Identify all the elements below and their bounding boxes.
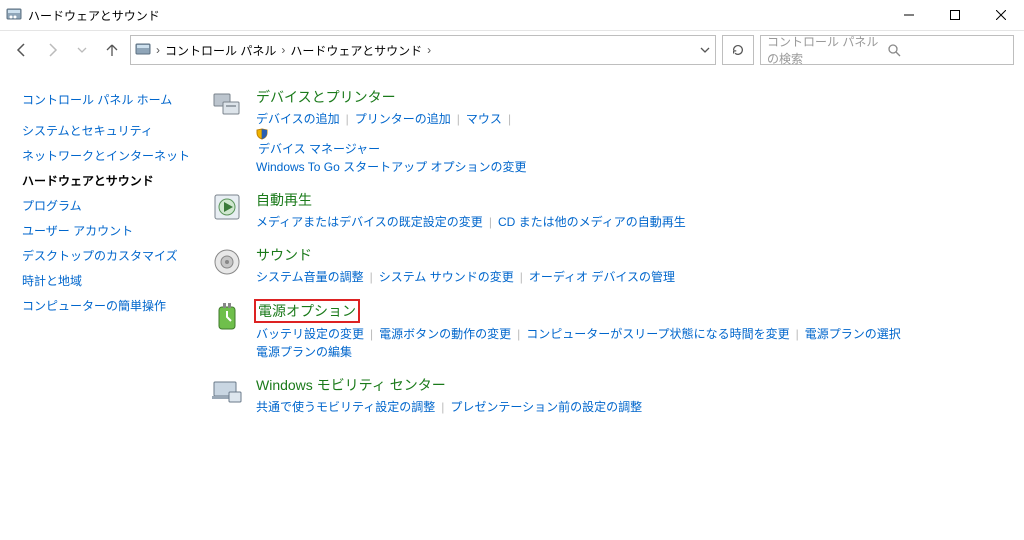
breadcrumb-root[interactable]: コントロール パネル xyxy=(165,42,276,59)
category-links: バッテリ設定の変更|電源ボタンの動作の変更|コンピューターがスリープ状態になる時… xyxy=(256,325,1006,343)
window-title: ハードウェアとサウンド xyxy=(28,7,160,24)
breadcrumb-current[interactable]: ハードウェアとサウンド xyxy=(290,42,422,59)
task-link[interactable]: プリンターの追加 xyxy=(355,112,451,126)
breadcrumb-dropdown[interactable] xyxy=(699,45,711,55)
chevron-right-icon[interactable]: › xyxy=(426,43,432,57)
category-title[interactable]: サウンド xyxy=(256,245,1006,265)
task-link[interactable]: 電源プランの選択 xyxy=(805,327,901,341)
chevron-right-icon[interactable]: › xyxy=(280,43,286,57)
task-link[interactable]: システム サウンドの変更 xyxy=(379,270,514,284)
category-links: システム音量の調整|システム サウンドの変更|オーディオ デバイスの管理 xyxy=(256,268,1006,286)
search-placeholder: コントロール パネルの検索 xyxy=(767,33,887,67)
control-panel-icon xyxy=(6,7,22,23)
task-link[interactable]: CD または他のメディアの自動再生 xyxy=(498,215,686,229)
category-links: Windows To Go スタートアップ オプションの変更 xyxy=(256,158,1006,176)
task-link[interactable]: Windows To Go スタートアップ オプションの変更 xyxy=(256,160,526,174)
category: デバイスとプリンターデバイスの追加|プリンターの追加|マウス|デバイス マネージ… xyxy=(210,87,1006,176)
task-link[interactable]: システム音量の調整 xyxy=(256,270,364,284)
mobility-icon xyxy=(210,375,244,409)
highlight-box: 電源オプション xyxy=(254,299,360,323)
breadcrumb[interactable]: › コントロール パネル › ハードウェアとサウンド › xyxy=(130,35,716,65)
maximize-button[interactable] xyxy=(932,0,978,30)
sidebar-home-link[interactable]: コントロール パネル ホーム xyxy=(22,91,202,108)
forward-button[interactable] xyxy=(40,38,64,62)
category: サウンドシステム音量の調整|システム サウンドの変更|オーディオ デバイスの管理 xyxy=(210,245,1006,286)
sidebar-item[interactable]: システムとセキュリティ xyxy=(22,122,202,139)
address-bar: › コントロール パネル › ハードウェアとサウンド › コントロール パネルの… xyxy=(0,31,1024,69)
up-button[interactable] xyxy=(100,38,124,62)
sidebar-item[interactable]: ユーザー アカウント xyxy=(22,222,202,239)
sound-icon xyxy=(210,245,244,279)
category: Windows モビリティ センター共通で使うモビリティ設定の調整|プレゼンテー… xyxy=(210,375,1006,416)
search-input[interactable]: コントロール パネルの検索 xyxy=(760,35,1014,65)
category-title[interactable]: 電源オプション xyxy=(256,300,1006,322)
task-link[interactable]: 共通で使うモビリティ設定の調整 xyxy=(256,400,435,414)
chevron-right-icon[interactable]: › xyxy=(155,43,161,57)
task-link[interactable]: デバイス マネージャー xyxy=(258,142,380,156)
devices-printers-icon xyxy=(210,87,244,121)
task-link[interactable]: オーディオ デバイスの管理 xyxy=(529,270,675,284)
close-button[interactable] xyxy=(978,0,1024,30)
power-icon xyxy=(210,300,244,334)
sidebar-item[interactable]: プログラム xyxy=(22,197,202,214)
category-title[interactable]: 自動再生 xyxy=(256,190,1006,210)
sidebar: コントロール パネル ホーム システムとセキュリティネットワークとインターネット… xyxy=(0,73,208,540)
category: 電源オプションバッテリ設定の変更|電源ボタンの動作の変更|コンピューターがスリー… xyxy=(210,300,1006,361)
category-title[interactable]: Windows モビリティ センター xyxy=(256,375,1006,395)
category-links: メディアまたはデバイスの既定設定の変更|CD または他のメディアの自動再生 xyxy=(256,213,1006,231)
sidebar-item[interactable]: コンピューターの簡単操作 xyxy=(22,297,202,314)
task-link[interactable]: コンピューターがスリープ状態になる時間を変更 xyxy=(526,327,789,341)
task-link[interactable]: マウス xyxy=(466,112,502,126)
task-link[interactable]: バッテリ設定の変更 xyxy=(256,327,364,341)
task-link[interactable]: メディアまたはデバイスの既定設定の変更 xyxy=(256,215,483,229)
window-title-wrap: ハードウェアとサウンド xyxy=(6,7,886,24)
sidebar-item[interactable]: ハードウェアとサウンド xyxy=(22,172,202,189)
task-link[interactable]: 電源プランの編集 xyxy=(256,345,352,359)
category-links: デバイスの追加|プリンターの追加|マウス|デバイス マネージャー xyxy=(256,110,1006,158)
back-button[interactable] xyxy=(10,38,34,62)
shield-icon xyxy=(256,128,1006,140)
sidebar-item[interactable]: ネットワークとインターネット xyxy=(22,147,202,164)
recent-dropdown[interactable] xyxy=(70,38,94,62)
autoplay-icon xyxy=(210,190,244,224)
category-links: 共通で使うモビリティ設定の調整|プレゼンテーション前の設定の調整 xyxy=(256,398,1006,416)
category-links: 電源プランの編集 xyxy=(256,343,1006,361)
task-link[interactable]: 電源ボタンの動作の変更 xyxy=(379,327,511,341)
sidebar-item[interactable]: デスクトップのカスタマイズ xyxy=(22,247,202,264)
category-title[interactable]: デバイスとプリンター xyxy=(256,87,1006,107)
minimize-button[interactable] xyxy=(886,0,932,30)
refresh-button[interactable] xyxy=(722,35,754,65)
sidebar-item[interactable]: 時計と地域 xyxy=(22,272,202,289)
task-link[interactable]: デバイスの追加 xyxy=(256,112,340,126)
category: 自動再生メディアまたはデバイスの既定設定の変更|CD または他のメディアの自動再… xyxy=(210,190,1006,231)
search-icon xyxy=(887,43,1007,57)
control-panel-small-icon xyxy=(135,42,151,58)
task-link[interactable]: プレゼンテーション前の設定の調整 xyxy=(450,400,642,414)
content-area: デバイスとプリンターデバイスの追加|プリンターの追加|マウス|デバイス マネージ… xyxy=(208,73,1024,540)
titlebar: ハードウェアとサウンド xyxy=(0,0,1024,31)
